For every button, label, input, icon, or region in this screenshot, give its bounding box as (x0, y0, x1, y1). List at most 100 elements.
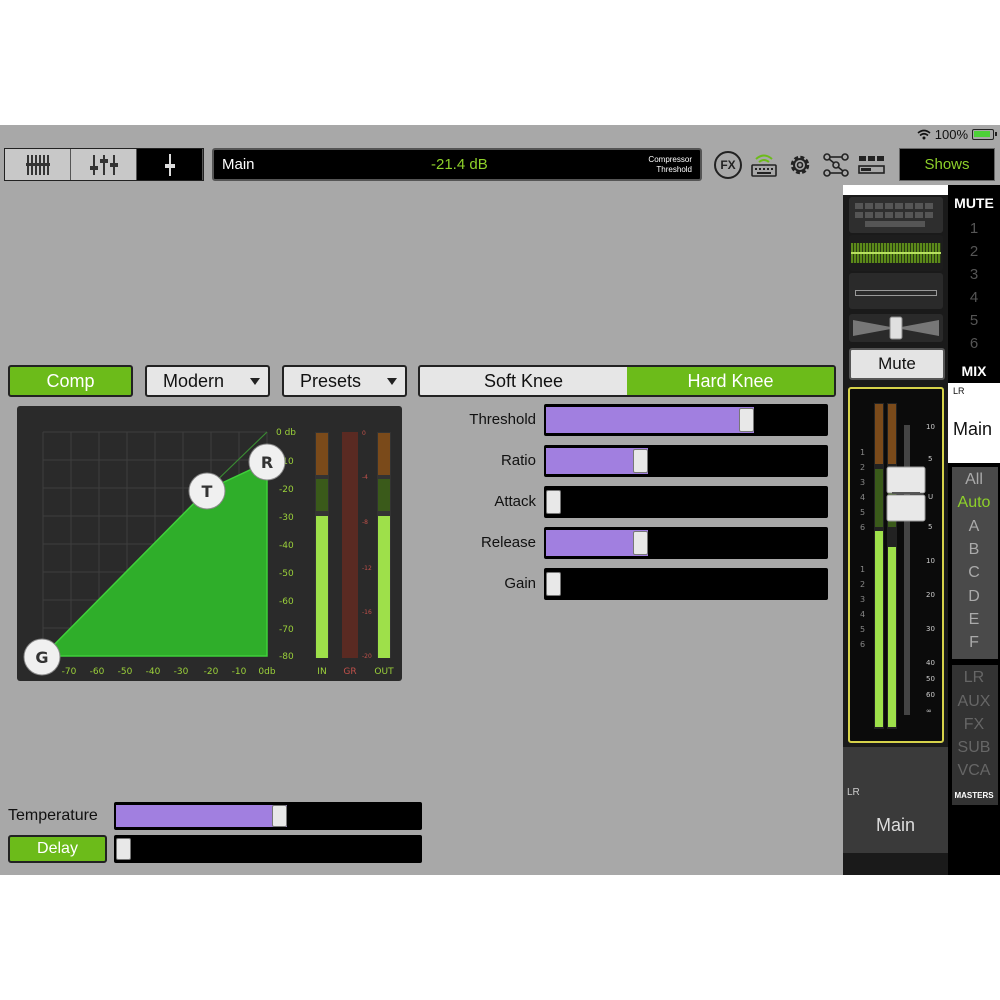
y-tick: -70 (279, 625, 294, 635)
svg-text:5: 5 (928, 523, 932, 531)
attack-slider[interactable] (544, 486, 828, 518)
gate-node[interactable]: G (23, 638, 61, 676)
filter-c[interactable]: C (948, 564, 1000, 582)
out-meter (377, 432, 391, 658)
threshold-label: Threshold (469, 411, 536, 428)
svg-text:U: U (928, 493, 933, 501)
meter-thumbnail[interactable] (849, 235, 943, 271)
mute-group-1[interactable]: 1 (948, 220, 1000, 237)
network-keyboard-icon (751, 154, 777, 177)
main-channel-strip[interactable]: 12 34 56 12 34 56 10 5 U 5 10 20 30 40 5… (848, 387, 944, 743)
shows-button[interactable]: Shows (899, 148, 995, 181)
routing-icon (823, 153, 849, 177)
filter-b[interactable]: B (948, 541, 1000, 559)
chevron-down-icon (250, 378, 260, 385)
soft-knee-button[interactable]: Soft Knee (420, 367, 627, 395)
gain-slider[interactable] (544, 568, 828, 600)
masters-filter-vca[interactable]: VCA (948, 762, 1000, 780)
battery-percent: 100% (934, 127, 968, 142)
filter-all[interactable]: All (948, 471, 1000, 489)
ratio-slider-thumb[interactable] (633, 449, 649, 473)
mute-group-2[interactable]: 2 (948, 243, 1000, 260)
channel-view-button[interactable] (137, 149, 203, 180)
svg-text:6: 6 (860, 640, 865, 649)
keyboard-thumbnail[interactable] (849, 197, 943, 233)
masters-filter-aux[interactable]: AUX (948, 693, 1000, 711)
masters-filter-fx[interactable]: FX (948, 716, 1000, 734)
presets-dropdown-label: Presets (300, 370, 362, 391)
meter-thumbnail-line (851, 252, 941, 254)
delay-toggle-button[interactable]: Delay (8, 835, 107, 863)
mixer-view-button[interactable] (71, 149, 137, 180)
hard-knee-button[interactable]: Hard Knee (627, 367, 834, 395)
filter-auto[interactable]: Auto (948, 494, 1000, 512)
mute-group-4[interactable]: 4 (948, 289, 1000, 306)
masters-filter-sub[interactable]: SUB (948, 739, 1000, 757)
y-tick: -60 (279, 597, 294, 607)
mix-header: MIX (961, 363, 987, 379)
compressor-graph: 0 db -10 -20 -30 -40 -50 -60 -70 -80 -70… (17, 406, 402, 681)
status-right: 100% (917, 127, 997, 142)
svg-text:5: 5 (860, 625, 865, 634)
svg-text:40: 40 (926, 659, 935, 667)
network-keyboard-button[interactable] (750, 151, 778, 179)
threshold-slider[interactable] (544, 404, 828, 436)
svg-text:-8: -8 (362, 519, 368, 526)
temperature-slider[interactable] (114, 802, 422, 830)
svg-text:10: 10 (926, 423, 935, 431)
selected-channel-box[interactable]: LR Main (843, 747, 948, 853)
fader-thumbnail[interactable] (849, 273, 943, 309)
threshold-slider-fill (546, 407, 755, 433)
x-tick: -60 (90, 667, 105, 677)
channel-mute-button[interactable]: Mute (849, 348, 945, 380)
fx-button[interactable]: FX (714, 151, 742, 179)
temperature-label: Temperature (8, 807, 98, 824)
meter-label-in: IN (317, 667, 326, 677)
masters-label: MASTERS (954, 791, 994, 800)
display-channel-name: Main (222, 156, 255, 173)
release-slider[interactable] (544, 527, 828, 559)
filter-f[interactable]: F (948, 634, 1000, 652)
fader-cap[interactable] (886, 466, 926, 522)
svg-text:3: 3 (860, 478, 865, 487)
ratio-slider[interactable] (544, 445, 828, 477)
release-slider-thumb[interactable] (633, 531, 649, 555)
layout-button[interactable] (858, 151, 886, 179)
threshold-slider-thumb[interactable] (739, 408, 755, 432)
overview-view-button[interactable] (5, 149, 71, 180)
svg-text:4: 4 (860, 493, 865, 502)
routing-button[interactable] (822, 151, 850, 179)
mute-group-5[interactable]: 5 (948, 312, 1000, 329)
selected-channel-lr: LR (847, 787, 860, 798)
ratio-node[interactable]: R (248, 443, 286, 481)
current-mix-box[interactable]: LR Main (948, 383, 1000, 463)
threshold-node[interactable]: T (188, 472, 226, 510)
attack-slider-thumb[interactable] (546, 490, 561, 514)
svg-text:0: 0 (362, 430, 366, 437)
filter-a[interactable]: A (948, 518, 1000, 536)
mute-group-6[interactable]: 6 (948, 335, 1000, 352)
mute-group-3[interactable]: 3 (948, 266, 1000, 283)
pan-control[interactable] (849, 314, 943, 342)
battery-icon (972, 129, 997, 140)
view-selector (4, 148, 204, 181)
temperature-slider-thumb[interactable] (272, 805, 288, 827)
svg-text:3: 3 (860, 595, 865, 604)
mixer-faders-icon (89, 154, 118, 175)
filter-d[interactable]: D (948, 588, 1000, 606)
settings-button[interactable] (786, 151, 814, 179)
gain-slider-thumb[interactable] (546, 572, 561, 596)
filter-e[interactable]: E (948, 611, 1000, 629)
delay-slider[interactable] (114, 835, 422, 863)
layout-grid-icon (858, 156, 885, 174)
mode-dropdown[interactable]: Modern (145, 365, 270, 397)
temperature-slider-fill (116, 805, 288, 827)
svg-text:2: 2 (860, 463, 865, 472)
app-window: 100% Main -21.4 dB Compressor Threshold … (0, 125, 1000, 875)
delay-slider-thumb[interactable] (116, 838, 131, 860)
strip-meter-scale-a: 1 2 3 4 5 6 (860, 448, 865, 532)
ratio-label: Ratio (500, 452, 536, 469)
presets-dropdown[interactable]: Presets (282, 365, 407, 397)
comp-toggle-button[interactable]: Comp (8, 365, 133, 397)
masters-filter-lr[interactable]: LR (948, 669, 1000, 687)
